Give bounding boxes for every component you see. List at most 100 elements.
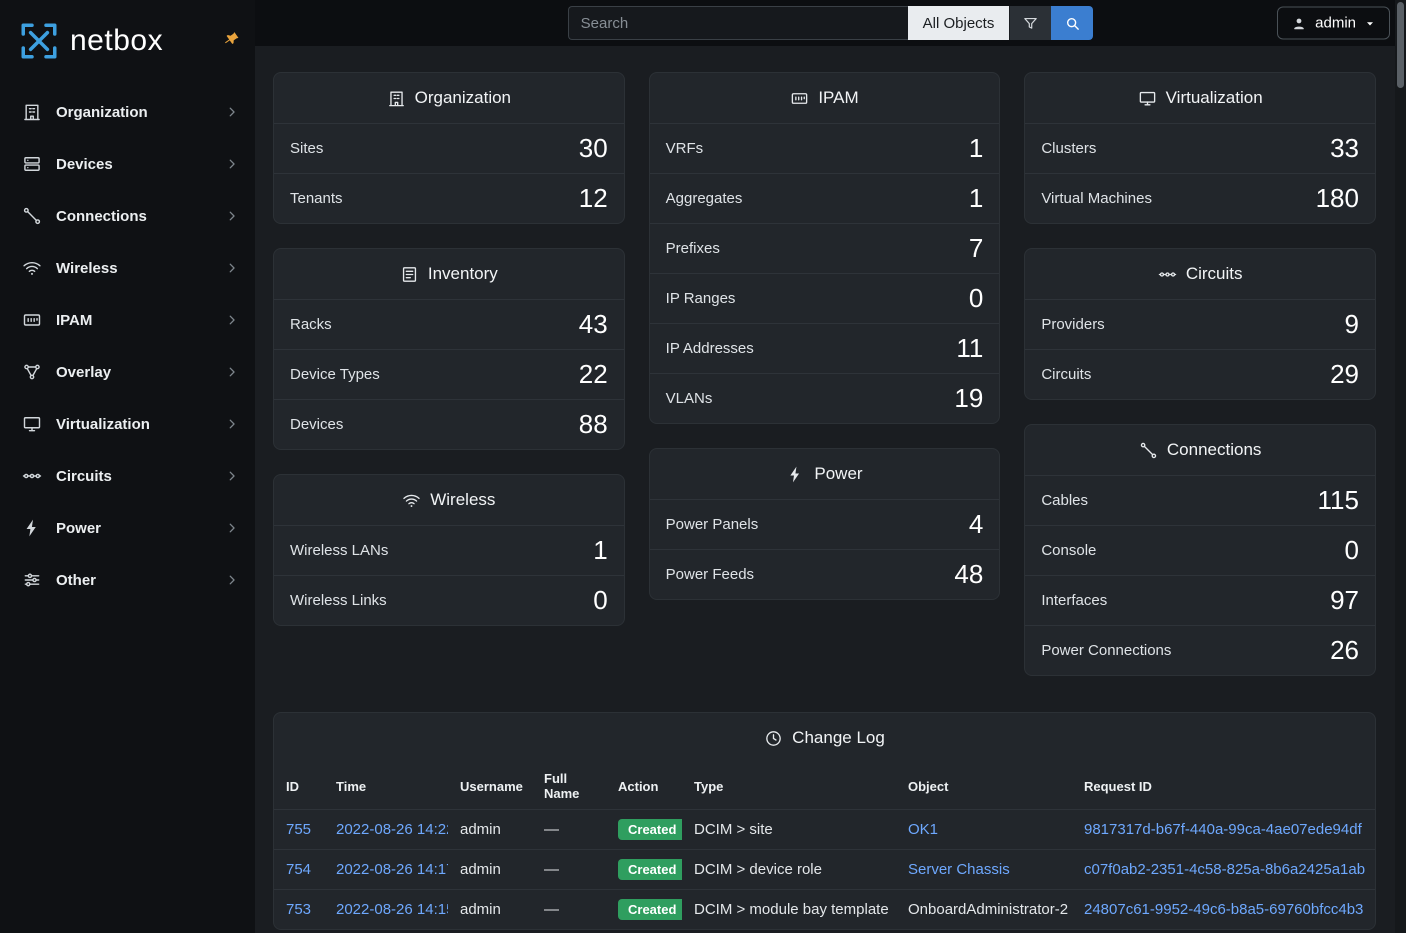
chevron-right-icon: [225, 573, 239, 587]
change-object-link[interactable]: OK1: [908, 821, 938, 838]
col-id: ID: [274, 763, 324, 810]
sidebar-item-circuits[interactable]: Circuits: [0, 450, 255, 502]
filter-button[interactable]: [1009, 6, 1051, 40]
change-id-link[interactable]: 755: [286, 821, 311, 838]
topbar: All Objects admin: [255, 0, 1406, 46]
building-icon: [22, 102, 42, 122]
search-submit-button[interactable]: [1051, 6, 1093, 40]
user-menu-button[interactable]: admin: [1277, 7, 1390, 40]
change-full-name: —: [544, 821, 559, 838]
sidebar-nav: Organization Devices Connections Wireles…: [0, 78, 255, 606]
monitor-icon: [1138, 89, 1157, 108]
stat-row-ip-addresses[interactable]: IP Addresses 11: [650, 323, 1000, 373]
sidebar-item-connections[interactable]: Connections: [0, 190, 255, 242]
stat-row-circuits[interactable]: Circuits 29: [1025, 349, 1375, 399]
change-type: DCIM > device role: [694, 861, 822, 878]
change-type: DCIM > site: [694, 821, 773, 838]
magnifier-icon: [1064, 15, 1081, 32]
search-input[interactable]: [568, 6, 908, 40]
sidebar-item-overlay[interactable]: Overlay: [0, 346, 255, 398]
virtualization-card-title: Virtualization: [1025, 73, 1375, 123]
sliders-icon: [22, 570, 42, 590]
stat-row-interfaces[interactable]: Interfaces 97: [1025, 575, 1375, 625]
request-id-link[interactable]: 24807c61-9952-49c6-b8a5-69760bfcc4b3: [1084, 901, 1363, 918]
connections-card-title: Connections: [1025, 425, 1375, 475]
change-time-link[interactable]: 2022-08-26 14:22: [336, 821, 448, 838]
stat-row-providers[interactable]: Providers 9: [1025, 299, 1375, 349]
col-action: Action: [606, 763, 682, 810]
wireless-card: Wireless Wireless LANs 1 Wireless Links …: [273, 474, 625, 626]
change-id-link[interactable]: 754: [286, 861, 311, 878]
changelog-header-row: ID Time Username Full Name Action Type O…: [274, 763, 1375, 810]
stat-row-vrfs[interactable]: VRFs 1: [650, 123, 1000, 173]
main-area: All Objects admin Organization: [255, 0, 1406, 933]
virtualization-card: Virtualization Clusters 33 Virtual Machi…: [1024, 72, 1376, 224]
stat-row-wireless-lans[interactable]: Wireless LANs 1: [274, 525, 624, 575]
stat-row-prefixes[interactable]: Prefixes 7: [650, 223, 1000, 273]
funnel-icon: [1022, 15, 1039, 32]
stat-row-devices[interactable]: Devices 88: [274, 399, 624, 449]
inventory-card: Inventory Racks 43 Device Types 22 Devic…: [273, 248, 625, 450]
ipam-card: IPAM VRFs 1 Aggregates 1 Prefixes 7: [649, 72, 1001, 424]
inventory-card-title: Inventory: [274, 249, 624, 299]
stat-row-power-feeds[interactable]: Power Feeds 48: [650, 549, 1000, 599]
stat-row-clusters[interactable]: Clusters 33: [1025, 123, 1375, 173]
power-card-title: Power: [650, 449, 1000, 499]
request-id-link[interactable]: 9817317d-b67f-440a-99ca-4ae07ede94df: [1084, 821, 1362, 838]
sidebar-item-other[interactable]: Other: [0, 554, 255, 606]
chevron-right-icon: [225, 157, 239, 171]
netbox-logo-icon: [18, 20, 60, 62]
sidebar-item-power[interactable]: Power: [0, 502, 255, 554]
object-type-dropdown-button[interactable]: All Objects: [908, 6, 1010, 40]
building-icon: [387, 89, 406, 108]
change-time-link[interactable]: 2022-08-26 14:15: [336, 901, 448, 918]
action-badge: Created: [618, 859, 682, 880]
chevron-right-icon: [225, 417, 239, 431]
sidebar-item-organization[interactable]: Organization: [0, 86, 255, 138]
sidebar-item-ipam[interactable]: IPAM: [0, 294, 255, 346]
scrollbar-thumb[interactable]: [1397, 2, 1404, 88]
transit-icon: [1158, 265, 1177, 284]
sidebar-item-wireless[interactable]: Wireless: [0, 242, 255, 294]
sidebar-item-virtualization[interactable]: Virtualization: [0, 398, 255, 450]
request-id-link[interactable]: c07f0ab2-2351-4c58-825a-8b6a2425a1ab: [1084, 861, 1365, 878]
transit-icon: [22, 466, 42, 486]
organization-card: Organization Sites 30 Tenants 12: [273, 72, 625, 224]
change-id-link[interactable]: 753: [286, 901, 311, 918]
stat-row-sites[interactable]: Sites 30: [274, 123, 624, 173]
change-object-link[interactable]: Server Chassis: [908, 861, 1010, 878]
change-time-link[interactable]: 2022-08-26 14:17: [336, 861, 448, 878]
pin-sidebar-icon[interactable]: [222, 29, 242, 49]
stat-row-racks[interactable]: Racks 43: [274, 299, 624, 349]
devices-icon: [22, 154, 42, 174]
stat-row-device-types[interactable]: Device Types 22: [274, 349, 624, 399]
stat-row-power-panels[interactable]: Power Panels 4: [650, 499, 1000, 549]
stat-row-aggregates[interactable]: Aggregates 1: [650, 173, 1000, 223]
person-icon: [1291, 15, 1307, 31]
scrollbar[interactable]: [1395, 0, 1406, 933]
cable-icon: [22, 206, 42, 226]
wireless-card-title: Wireless: [274, 475, 624, 525]
stat-row-wireless-links[interactable]: Wireless Links 0: [274, 575, 624, 625]
chevron-right-icon: [225, 105, 239, 119]
overlay-graph-icon: [22, 362, 42, 382]
brand[interactable]: netbox: [0, 0, 255, 78]
circuits-card: Circuits Providers 9 Circuits 29: [1024, 248, 1376, 400]
user-label: admin: [1315, 15, 1356, 32]
sidebar: netbox Organization Devices Connections …: [0, 0, 255, 933]
changelog-row: 755 2022-08-26 14:22 admin — Created DCI…: [274, 810, 1375, 850]
stat-row-ip-ranges[interactable]: IP Ranges 0: [650, 273, 1000, 323]
col-object: Object: [896, 763, 1072, 810]
change-username: admin: [460, 861, 501, 878]
stat-row-cables[interactable]: Cables 115: [1025, 475, 1375, 525]
col-type: Type: [682, 763, 896, 810]
sidebar-item-devices[interactable]: Devices: [0, 138, 255, 190]
stat-row-power-connections[interactable]: Power Connections 26: [1025, 625, 1375, 675]
stat-row-vlans[interactable]: VLANs 19: [650, 373, 1000, 423]
stat-row-virtual-machines[interactable]: Virtual Machines 180: [1025, 173, 1375, 223]
col-username: Username: [448, 763, 532, 810]
dashboard-column-2: IPAM VRFs 1 Aggregates 1 Prefixes 7: [649, 72, 1001, 600]
stat-row-tenants[interactable]: Tenants 12: [274, 173, 624, 223]
change-username: admin: [460, 901, 501, 918]
stat-row-console[interactable]: Console 0: [1025, 525, 1375, 575]
